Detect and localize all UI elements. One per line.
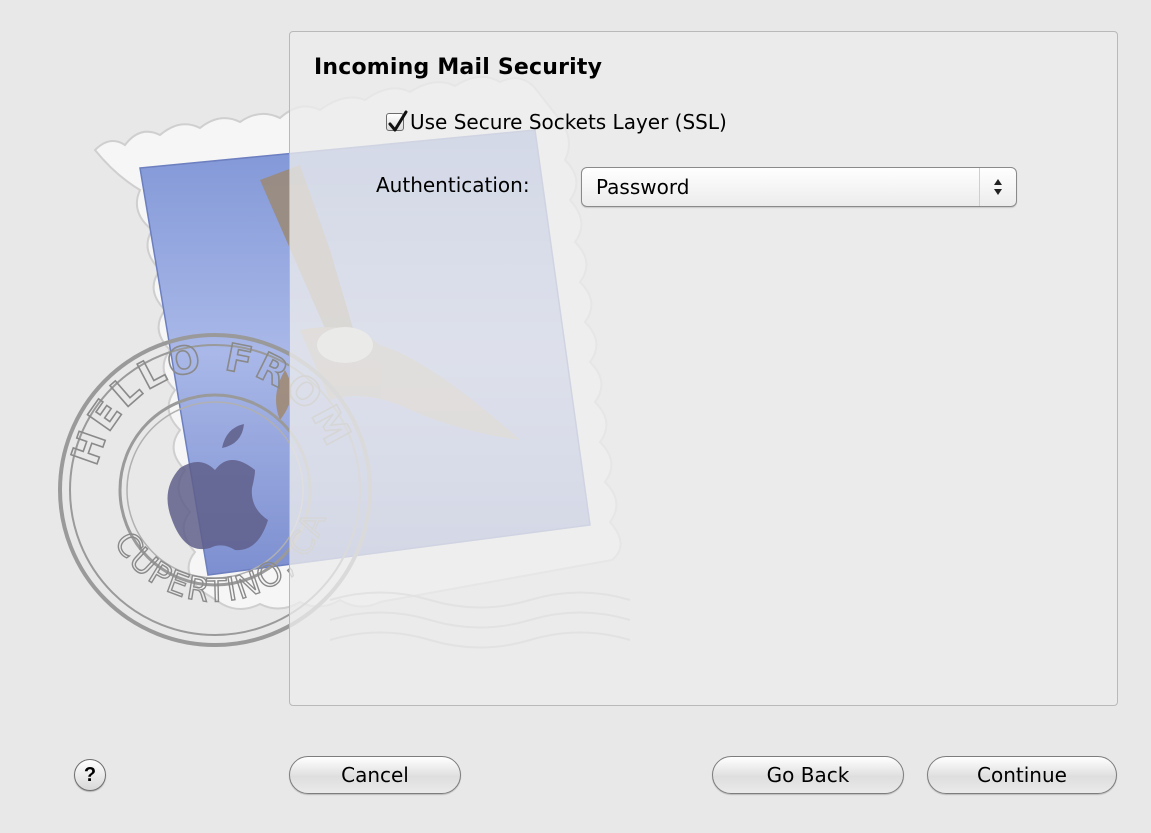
section-title: Incoming Mail Security — [314, 55, 603, 80]
updown-arrows-icon — [979, 168, 1016, 206]
ssl-option[interactable]: Use Secure Sockets Layer (SSL) — [386, 110, 727, 134]
authentication-value: Password — [596, 175, 690, 199]
checkmark-icon — [388, 110, 408, 132]
authentication-select[interactable]: Password — [581, 167, 1017, 207]
authentication-label: Authentication: — [376, 173, 530, 197]
help-button[interactable]: ? — [74, 759, 106, 791]
continue-button[interactable]: Continue — [927, 756, 1117, 794]
cancel-button[interactable]: Cancel — [289, 756, 461, 794]
go-back-button[interactable]: Go Back — [712, 756, 904, 794]
ssl-label: Use Secure Sockets Layer (SSL) — [410, 110, 727, 134]
ssl-checkbox[interactable] — [386, 110, 408, 132]
